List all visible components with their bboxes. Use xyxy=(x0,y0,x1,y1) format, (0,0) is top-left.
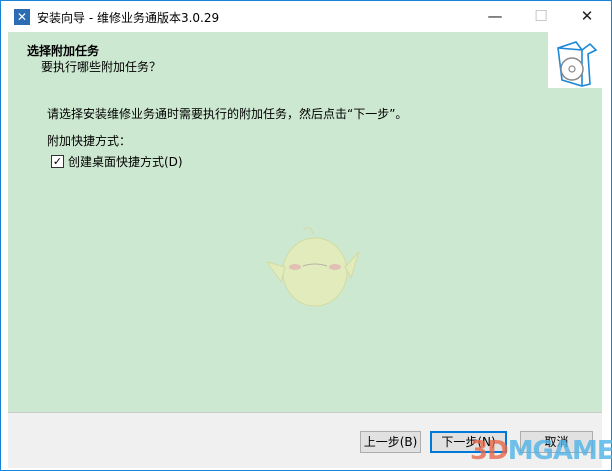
page-subtitle: 要执行哪些附加任务？ xyxy=(41,60,162,74)
wizard-page: 选择附加任务 要执行哪些附加任务？ 请选择安装维修业务通时需要执行的附加任务，然… xyxy=(8,32,602,412)
desktop-shortcut-label: 创建桌面快捷方式(D) xyxy=(68,155,183,169)
watermark-part-b: MGAME xyxy=(507,436,612,466)
title-bar: ✕ 安装向导 - 维修业务通版本3.0.29 — ☐ ✕ xyxy=(1,1,611,32)
page-title: 选择附加任务 xyxy=(27,44,100,58)
app-tools-icon: ✕ xyxy=(14,9,30,25)
site-watermark: 3DMGAME xyxy=(470,436,612,466)
close-button[interactable]: ✕ xyxy=(564,1,610,32)
desktop-shortcut-checkbox[interactable]: ✓ 创建桌面快捷方式(D) xyxy=(51,153,183,170)
mascot-watermark-icon xyxy=(263,222,363,312)
watermark-part-a: 3D xyxy=(470,436,509,466)
maximize-button[interactable]: ☐ xyxy=(518,1,564,32)
back-button[interactable]: 上一步(B) xyxy=(360,431,421,453)
setup-box-icon xyxy=(548,32,602,88)
instructions-text: 请选择安装维修业务通时需要执行的附加任务，然后点击“下一步”。 xyxy=(47,107,408,121)
checkmark-icon[interactable]: ✓ xyxy=(51,155,64,168)
shortcut-group-label: 附加快捷方式： xyxy=(47,134,132,148)
minimize-button[interactable]: — xyxy=(472,1,518,32)
window-title: 安装向导 - 维修业务通版本3.0.29 xyxy=(37,11,220,25)
